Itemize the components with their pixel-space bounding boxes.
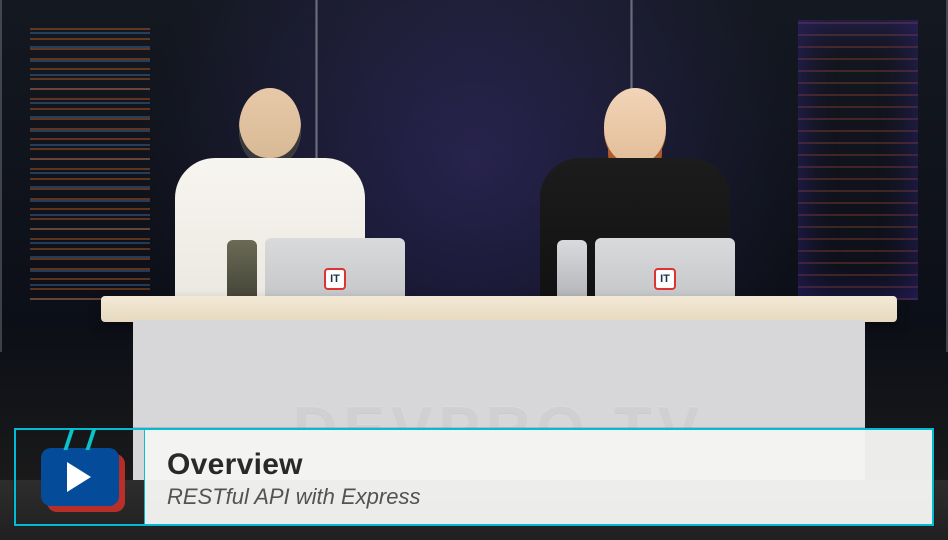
lower-third: Overview RESTful API with Express (14, 428, 934, 526)
logo-badge: IT (654, 268, 676, 290)
logo-badge: IT (324, 268, 346, 290)
lower-third-subtitle: RESTful API with Express (167, 484, 910, 510)
server-rack-right (798, 20, 918, 300)
lower-third-title: Overview (167, 448, 910, 482)
tv-play-icon (41, 448, 119, 506)
server-rack-left (30, 20, 150, 300)
play-icon (67, 462, 91, 492)
channel-logo (16, 430, 144, 524)
video-frame: IT IT DEVPRO.TV Overview RESTful API wit… (0, 0, 948, 540)
title-bar: Overview RESTful API with Express (144, 430, 932, 524)
